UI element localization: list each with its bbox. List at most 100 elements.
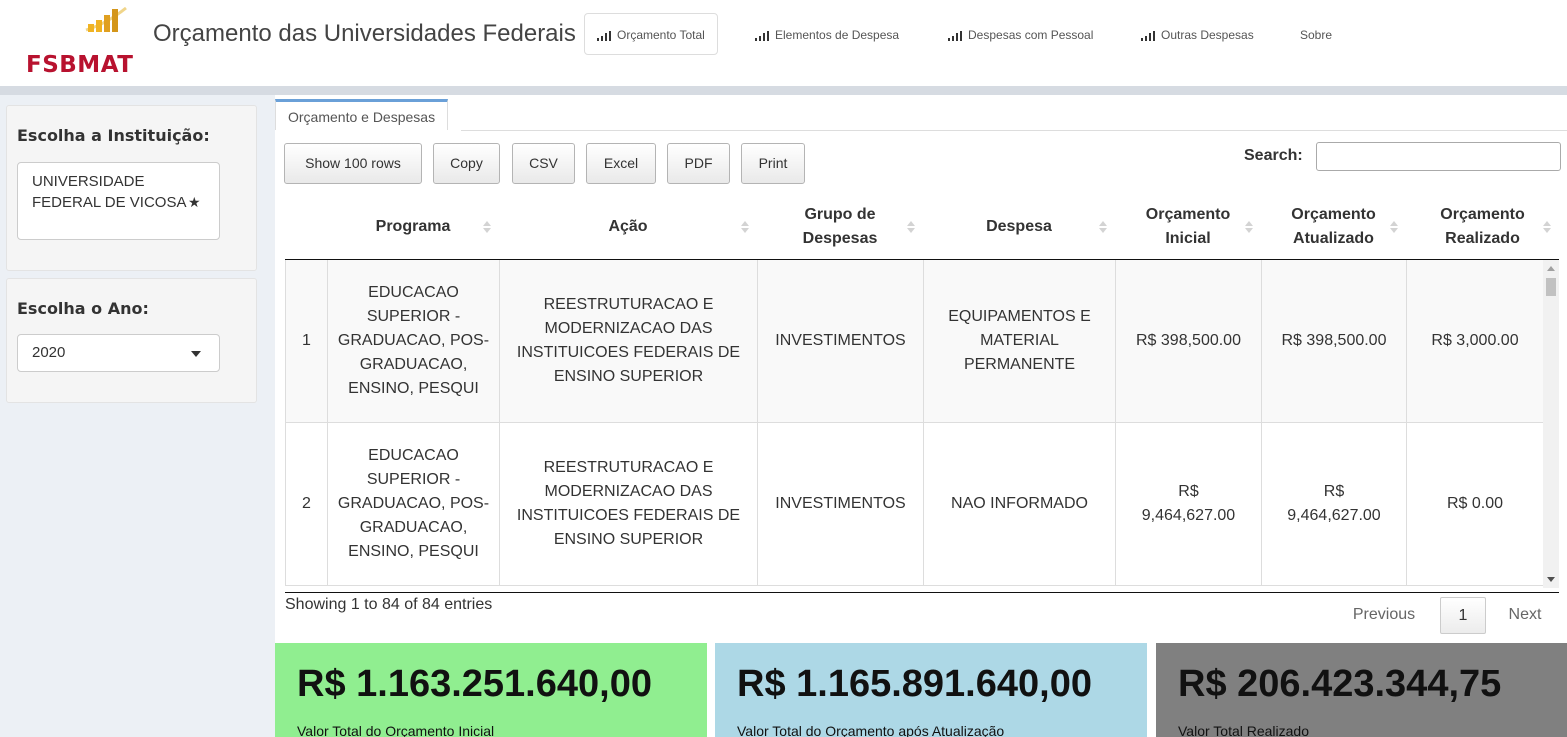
- cell-index: 2: [285, 423, 327, 586]
- sort-icon: [1099, 221, 1107, 235]
- institution-panel: Escolha a Instituição: UNIVERSIDADE FEDE…: [6, 105, 257, 271]
- tab-elementos-de-despesa[interactable]: Elementos de Despesa: [742, 13, 912, 55]
- column-header-orcamento-atualizado[interactable]: Orçamento Atualizado: [1261, 199, 1406, 255]
- navbar-divider: [0, 86, 1567, 95]
- app-logo[interactable]: FSBMAT: [26, 4, 134, 80]
- bar-chart-icon: [597, 30, 611, 41]
- tab-outras-despesas[interactable]: Outras Despesas: [1128, 13, 1267, 55]
- top-navbar: FSBMAT Orçamento das Universidades Feder…: [0, 0, 1567, 87]
- header-label: Orçamento Atualizado: [1291, 206, 1376, 247]
- table-row[interactable]: 1 EDUCACAO SUPERIOR - GRADUACAO, POS-GRA…: [285, 260, 1543, 423]
- show-rows-button[interactable]: Show 100 rows: [284, 143, 422, 184]
- app-title: Orçamento das Universidades Federais: [153, 20, 576, 47]
- page-1-button[interactable]: 1: [1440, 597, 1486, 634]
- cell-orcamento-atualizado: R$ 9,464,627.00: [1261, 423, 1406, 586]
- institution-value: UNIVERSIDADE FEDERAL DE VICOSA: [32, 173, 187, 211]
- tab-despesas-com-pessoal[interactable]: Despesas com Pessoal: [935, 13, 1106, 55]
- cell-orcamento-realizado: R$ 0.00: [1406, 423, 1543, 586]
- cell-grupo-de-despesas: INVESTIMENTOS: [757, 260, 923, 423]
- cell-orcamento-inicial: R$ 9,464,627.00: [1115, 423, 1261, 586]
- year-panel: Escolha o Ano: 2020: [6, 278, 257, 403]
- column-header-despesa[interactable]: Despesa: [923, 199, 1115, 255]
- header-label: Grupo de Despesas: [802, 206, 878, 247]
- main-content: Orçamento e Despesas Show 100 rows Copy …: [275, 95, 1567, 737]
- cell-index: 1: [285, 260, 327, 423]
- excel-button[interactable]: Excel: [586, 143, 656, 184]
- column-header-orcamento-realizado[interactable]: Orçamento Realizado: [1406, 199, 1559, 255]
- header-label: Despesa: [986, 218, 1052, 235]
- value-amount: R$ 1.163.251.640,00: [297, 663, 652, 705]
- pdf-button[interactable]: PDF: [667, 143, 730, 184]
- cell-orcamento-atualizado: R$ 398,500.00: [1261, 260, 1406, 423]
- tab-label: Elementos de Despesa: [775, 28, 900, 42]
- copy-button[interactable]: Copy: [433, 143, 500, 184]
- sort-icon: [1543, 221, 1551, 235]
- sort-icon: [483, 221, 491, 235]
- column-header-programa[interactable]: Programa: [327, 199, 499, 255]
- year-select[interactable]: 2020: [17, 334, 220, 372]
- tab-underline: [461, 130, 1567, 131]
- column-header-acao[interactable]: Ação: [499, 199, 757, 255]
- scroll-up-icon[interactable]: [1547, 266, 1555, 271]
- header-label: Orçamento Realizado: [1440, 206, 1525, 247]
- search-input[interactable]: [1316, 142, 1561, 171]
- chevron-down-icon: [191, 351, 201, 357]
- cell-grupo-de-despesas: INVESTIMENTOS: [757, 423, 923, 586]
- cell-despesa: EQUIPAMENTOS E MATERIAL PERMANENTE: [923, 260, 1115, 423]
- footer-divider: [285, 592, 1559, 593]
- table-info: Showing 1 to 84 of 84 entries: [285, 596, 493, 613]
- scroll-thumb[interactable]: [1546, 278, 1556, 296]
- value-caption: Valor Total do Orçamento Inicial: [297, 723, 495, 737]
- logo-text: FSBMAT: [26, 52, 134, 78]
- sort-icon: [741, 221, 749, 235]
- search-label: Search:: [1244, 147, 1303, 164]
- column-header-grupo-de-despesas[interactable]: Grupo de Despesas: [757, 199, 923, 255]
- header-label: Programa: [375, 218, 451, 235]
- sort-icon: [907, 221, 915, 235]
- table-row[interactable]: 2 EDUCACAO SUPERIOR - GRADUACAO, POS-GRA…: [285, 423, 1543, 586]
- tab-label: Orçamento Total: [617, 28, 705, 42]
- tab-label: Despesas com Pessoal: [968, 28, 1094, 42]
- cell-acao: REESTRUTURACAO E MODERNIZACAO DAS INSTIT…: [499, 423, 757, 586]
- cell-programa: EDUCACAO SUPERIOR - GRADUACAO, POS-GRADU…: [327, 260, 499, 423]
- institution-label: Escolha a Instituição:: [17, 126, 210, 145]
- value-amount: R$ 206.423.344,75: [1178, 663, 1502, 705]
- table-body: 1 EDUCACAO SUPERIOR - GRADUACAO, POS-GRA…: [285, 260, 1543, 588]
- csv-button[interactable]: CSV: [512, 143, 575, 184]
- institution-select[interactable]: UNIVERSIDADE FEDERAL DE VICOSA ★: [17, 162, 220, 240]
- bar-chart-icon: [948, 30, 962, 41]
- scroll-down-icon[interactable]: [1547, 577, 1555, 582]
- sort-icon: [1390, 221, 1398, 235]
- column-header-index[interactable]: [285, 199, 327, 255]
- tab-orcamento-e-despesas[interactable]: Orçamento e Despesas: [275, 99, 449, 130]
- next-page-button[interactable]: Next: [1497, 597, 1553, 634]
- logo-bars-icon: [85, 6, 127, 32]
- cell-acao: REESTRUTURACAO E MODERNIZACAO DAS INSTIT…: [499, 260, 757, 423]
- year-label: Escolha o Ano:: [17, 299, 149, 318]
- column-header-orcamento-inicial[interactable]: Orçamento Inicial: [1115, 199, 1261, 255]
- value-box-orcamento-atualizado: R$ 1.165.891.640,00 Valor Total do Orçam…: [715, 643, 1147, 737]
- bar-chart-icon: [755, 30, 769, 41]
- print-button[interactable]: Print: [741, 143, 805, 184]
- cell-orcamento-realizado: R$ 3,000.00: [1406, 260, 1543, 423]
- tab-label: Sobre: [1300, 28, 1333, 42]
- bar-chart-icon: [1141, 30, 1155, 41]
- table-scrollbar[interactable]: [1543, 260, 1559, 588]
- tab-label: Outras Despesas: [1161, 28, 1254, 42]
- cell-despesa: NAO INFORMADO: [923, 423, 1115, 586]
- value-box-total-realizado: R$ 206.423.344,75 Valor Total Realizado: [1156, 643, 1567, 737]
- cell-programa: EDUCACAO SUPERIOR - GRADUACAO, POS-GRADU…: [327, 423, 499, 586]
- header-label: Orçamento Inicial: [1145, 206, 1231, 247]
- tab-sobre[interactable]: Sobre: [1287, 13, 1345, 55]
- tab-orcamento-total[interactable]: Orçamento Total: [584, 13, 718, 55]
- header-label: Ação: [608, 218, 648, 235]
- value-caption: Valor Total Realizado: [1178, 723, 1310, 737]
- remove-selection-icon[interactable]: ★: [188, 192, 201, 213]
- previous-page-button[interactable]: Previous: [1343, 597, 1425, 634]
- value-caption: Valor Total do Orçamento após Atualizaçã…: [737, 723, 1005, 737]
- cell-orcamento-inicial: R$ 398,500.00: [1115, 260, 1261, 423]
- value-box-orcamento-inicial: R$ 1.163.251.640,00 Valor Total do Orçam…: [275, 643, 707, 737]
- year-value: 2020: [32, 344, 66, 361]
- value-amount: R$ 1.165.891.640,00: [737, 663, 1092, 705]
- sort-icon: [1245, 221, 1253, 235]
